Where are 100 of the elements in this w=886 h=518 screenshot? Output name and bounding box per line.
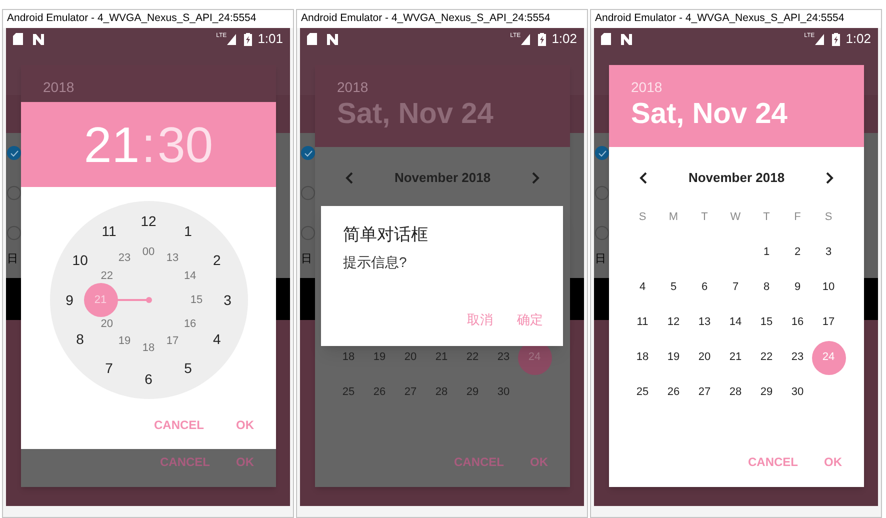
calendar-day[interactable]: 25 xyxy=(332,376,366,410)
status-time: 1:01 xyxy=(258,30,283,48)
calendar-day[interactable]: 7 xyxy=(718,270,752,304)
check-icon xyxy=(10,150,18,156)
calendar-day[interactable]: 9 xyxy=(780,270,814,304)
battery-icon xyxy=(244,32,252,46)
calendar-day[interactable]: 10 xyxy=(812,270,846,304)
hour-display[interactable]: 21 xyxy=(84,120,140,170)
dialog-button[interactable]: OK xyxy=(816,444,850,480)
signal-icon xyxy=(226,34,236,44)
status-time: 1:02 xyxy=(552,30,577,48)
calendar-day[interactable]: 4 xyxy=(626,270,660,304)
notification-icon xyxy=(327,34,338,44)
app-label: 日 xyxy=(7,254,18,265)
calendar-day[interactable]: 17 xyxy=(812,306,846,340)
calendar-day[interactable]: 24 xyxy=(812,340,846,374)
calendar-day[interactable]: 22 xyxy=(750,340,784,374)
clock-number[interactable]: 11 xyxy=(98,220,120,243)
dialog-button[interactable]: OK xyxy=(228,407,262,443)
dialog-title: 简单对话框 xyxy=(343,224,429,246)
clock-number[interactable]: 10 xyxy=(69,250,92,272)
calendar-day[interactable]: 21 xyxy=(718,340,752,374)
sd-card-icon xyxy=(307,33,317,45)
clock-number[interactable]: 15 xyxy=(186,289,208,311)
calendar-day[interactable]: 26 xyxy=(656,376,690,410)
clock-number[interactable]: 6 xyxy=(138,368,160,390)
month-label: November 2018 xyxy=(688,168,785,187)
date-label[interactable]: Sat, Nov 24 xyxy=(631,96,864,132)
checkbox[interactable] xyxy=(595,146,609,160)
previous-month-icon[interactable] xyxy=(639,172,647,184)
check-icon xyxy=(598,150,606,156)
month-label: November 2018 xyxy=(394,168,491,187)
calendar-day[interactable]: 2 xyxy=(780,236,814,270)
calendar-day[interactable]: 23 xyxy=(780,340,814,374)
window-title: Android Emulator - 4_WVGA_Nexus_S_API_24:5554 xyxy=(595,11,844,26)
calendar-day[interactable]: 27 xyxy=(688,376,722,410)
app-label: 日 xyxy=(595,254,606,265)
notification-icon xyxy=(33,34,44,44)
dialog-button[interactable]: CANCEL xyxy=(146,407,212,443)
checkbox[interactable] xyxy=(301,146,315,160)
weekday-label: T xyxy=(700,210,709,226)
dialog-button[interactable]: 取消 xyxy=(461,304,499,336)
calendar-day[interactable]: 3 xyxy=(812,236,846,270)
weekday-label: S xyxy=(638,210,648,226)
clock-number[interactable]: 8 xyxy=(69,328,92,350)
dialog-button[interactable]: 确定 xyxy=(511,304,549,336)
clock-number[interactable]: 1 xyxy=(177,220,199,243)
status-time: 1:02 xyxy=(846,30,871,48)
calendar-day[interactable]: 19 xyxy=(656,340,690,374)
window-title: Android Emulator - 4_WVGA_Nexus_S_API_24:5554 xyxy=(301,11,550,26)
sd-card-icon xyxy=(13,33,23,45)
next-month-icon[interactable] xyxy=(826,172,834,184)
checkbox[interactable] xyxy=(7,146,21,160)
weekday-label: W xyxy=(729,210,742,226)
dialog-message: 提示信息? xyxy=(343,253,408,271)
calendar-day[interactable]: 30 xyxy=(486,376,520,410)
calendar-day[interactable]: 12 xyxy=(656,306,690,340)
calendar-day[interactable]: 28 xyxy=(718,376,752,410)
calendar-day[interactable]: 14 xyxy=(718,306,752,340)
calendar-day[interactable]: 27 xyxy=(394,376,428,410)
calendar-day[interactable]: 18 xyxy=(626,340,660,374)
clock-number[interactable]: 5 xyxy=(177,357,199,380)
calendar-day[interactable]: 11 xyxy=(626,306,660,340)
calendar-day[interactable]: 6 xyxy=(688,270,722,304)
time-separator: : xyxy=(140,120,156,170)
calendar-day[interactable]: 5 xyxy=(656,270,690,304)
notification-icon xyxy=(621,34,632,44)
clock-number[interactable]: 2 xyxy=(206,250,228,272)
calendar-day[interactable]: 8 xyxy=(750,270,784,304)
check-icon xyxy=(304,150,312,156)
calendar-day[interactable]: 29 xyxy=(456,376,490,410)
calendar-day[interactable]: 15 xyxy=(750,306,784,340)
app-label: 日 xyxy=(301,254,312,265)
calendar-day[interactable]: 16 xyxy=(780,306,814,340)
clock-number[interactable]: 4 xyxy=(206,328,228,350)
dialog-button[interactable]: CANCEL xyxy=(740,444,806,480)
clock-number[interactable]: 18 xyxy=(138,337,160,359)
calendar-day[interactable]: 25 xyxy=(626,376,660,410)
calendar-day[interactable]: 28 xyxy=(424,376,458,410)
weekday-label: F xyxy=(793,210,802,226)
calendar-day[interactable]: 29 xyxy=(750,376,784,410)
clock-number[interactable]: 00 xyxy=(138,241,160,263)
battery-icon xyxy=(832,32,840,46)
clock-number[interactable]: 3 xyxy=(216,289,238,311)
year-label[interactable]: 2018 xyxy=(43,78,276,96)
sd-card-icon xyxy=(601,33,611,45)
calendar-day[interactable]: 13 xyxy=(688,306,722,340)
year-label[interactable]: 2018 xyxy=(337,78,570,96)
clock-number[interactable]: 9 xyxy=(58,289,80,311)
weekday-label: M xyxy=(668,210,680,226)
signal-icon xyxy=(520,34,530,44)
battery-icon xyxy=(538,32,546,46)
calendar-day[interactable]: 1 xyxy=(750,236,784,270)
window-title: Android Emulator - 4_WVGA_Nexus_S_API_24:5554 xyxy=(7,11,256,26)
calendar-day[interactable]: 26 xyxy=(362,376,396,410)
calendar-day[interactable]: 30 xyxy=(780,376,814,410)
clock-number[interactable]: 12 xyxy=(138,210,160,232)
clock-number[interactable]: 7 xyxy=(98,357,120,380)
weekday-label: T xyxy=(762,210,771,226)
calendar-day[interactable]: 20 xyxy=(688,340,722,374)
